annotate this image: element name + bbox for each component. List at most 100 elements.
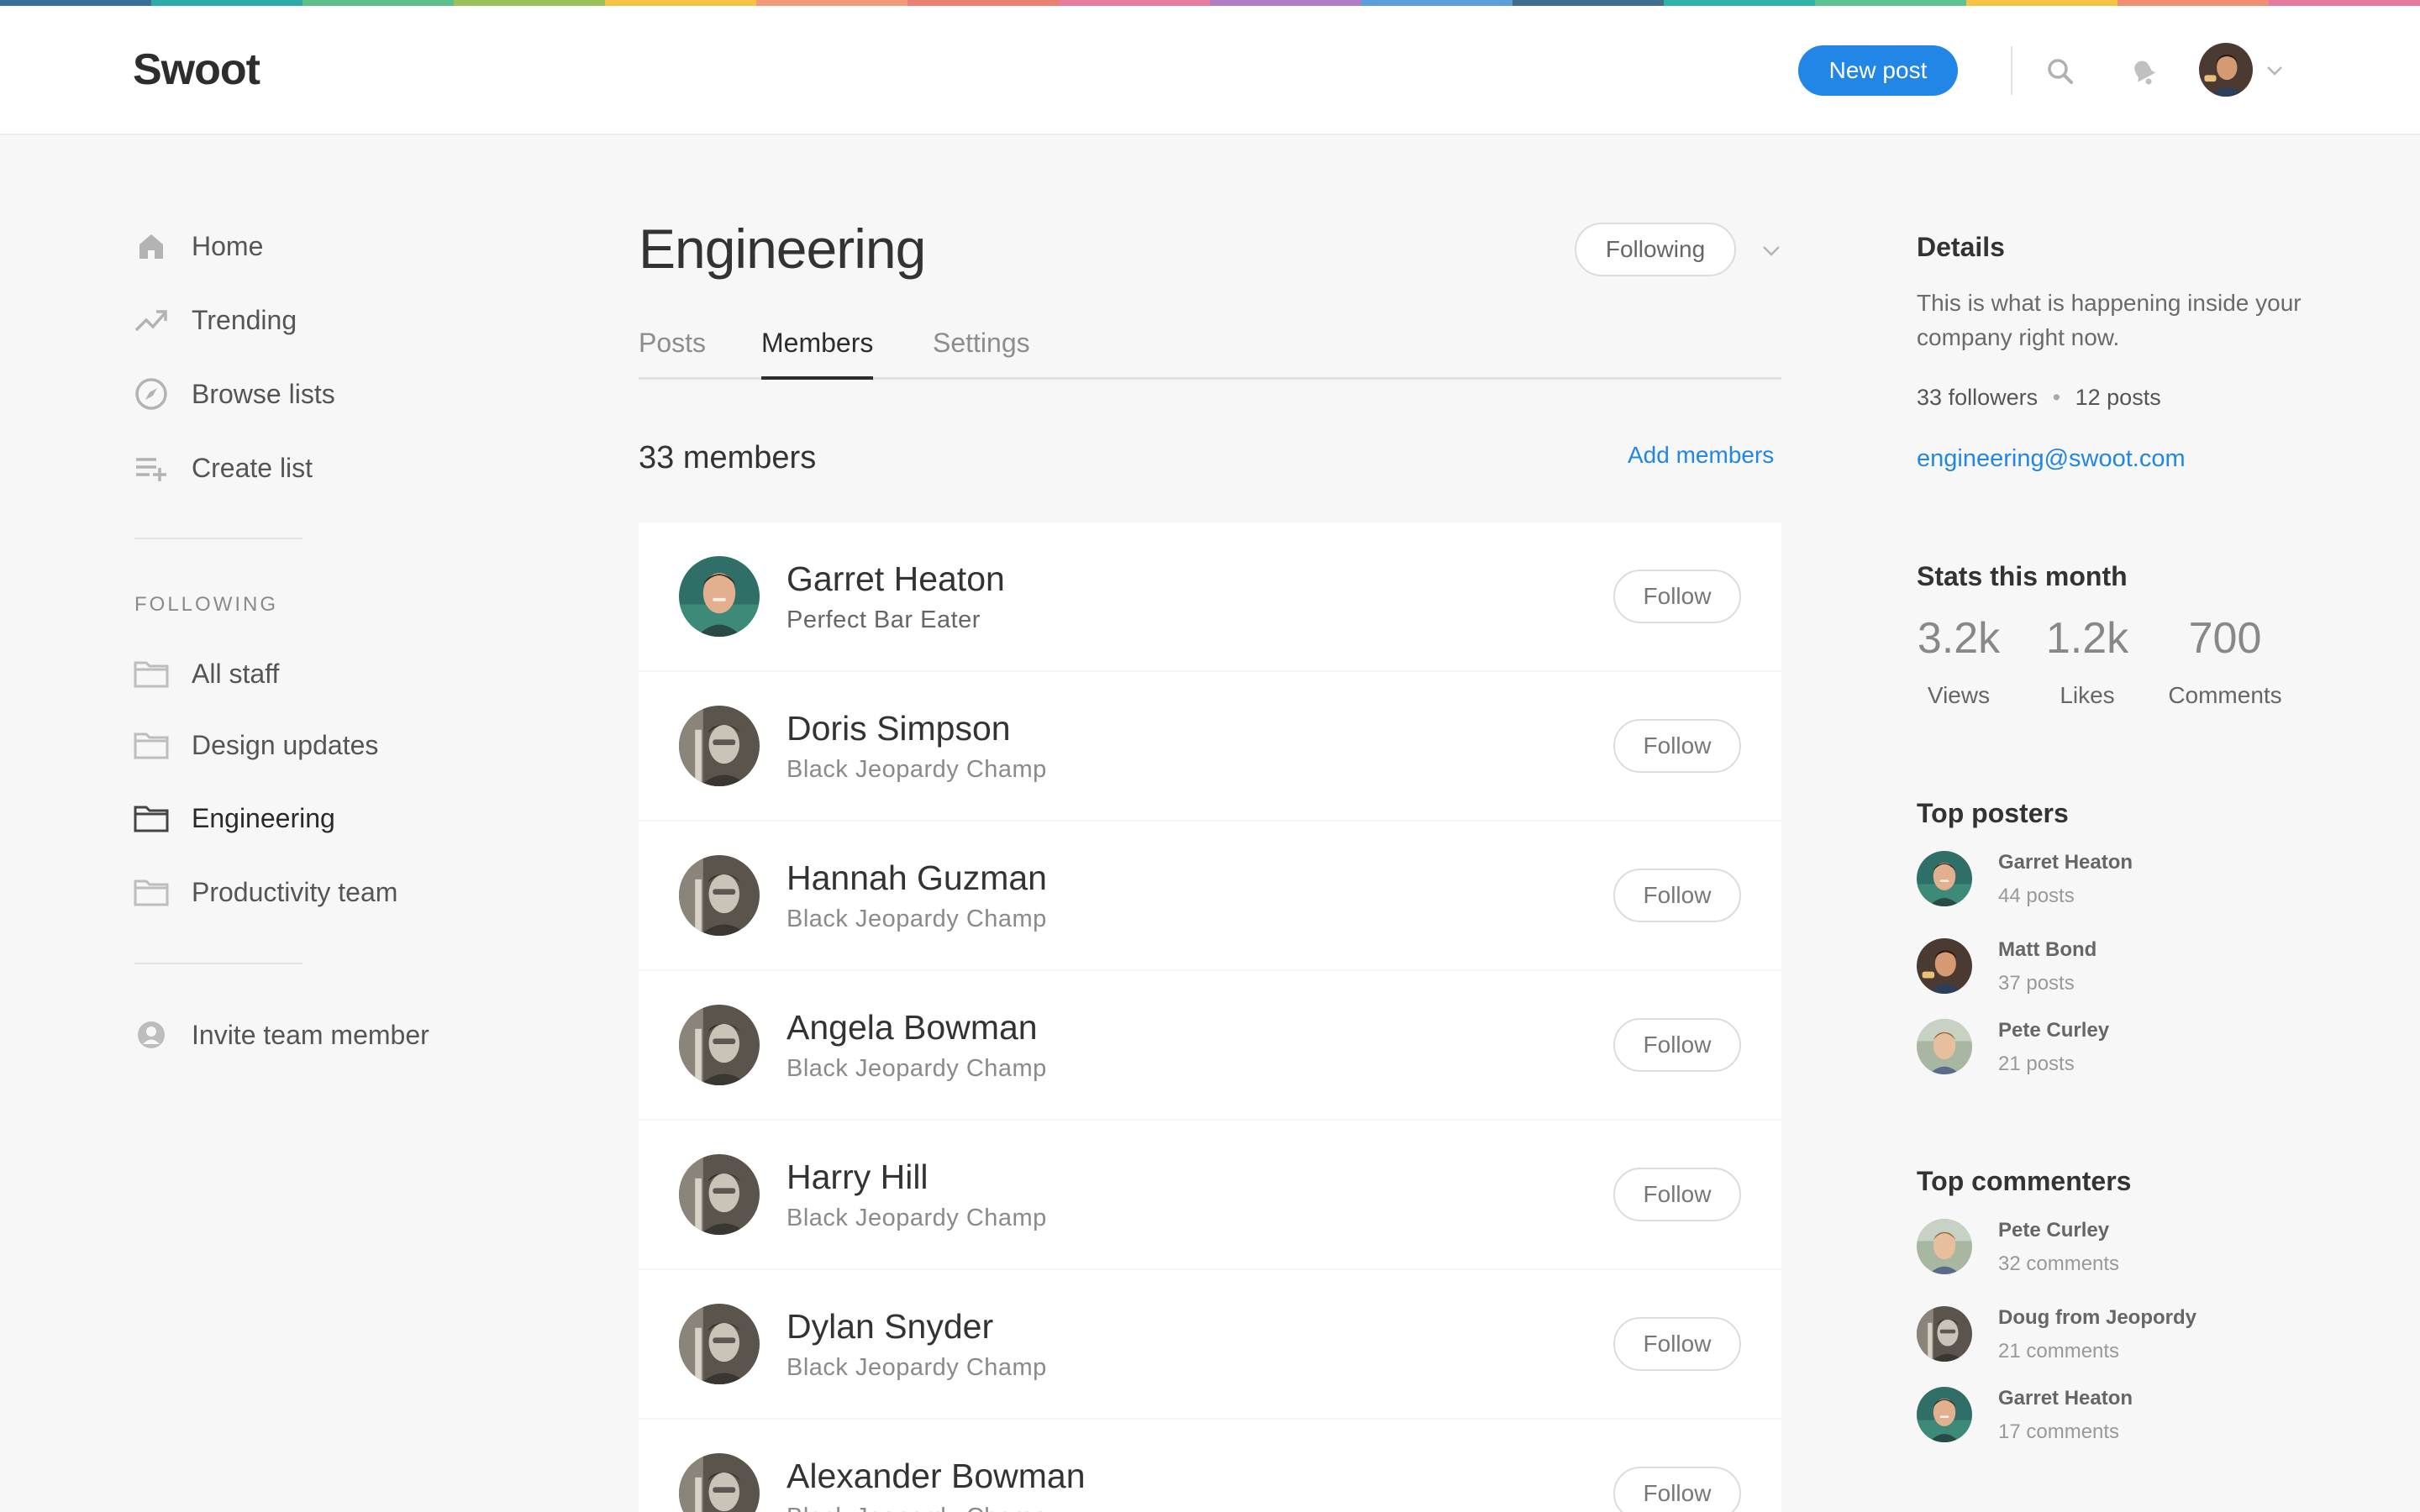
follow-button[interactable]: Follow <box>1613 1018 1741 1072</box>
folder-icon <box>133 655 170 692</box>
stripe-segment <box>1512 0 1664 6</box>
posts-count: 12 <box>2075 385 2101 410</box>
avatar[interactable] <box>1917 1219 1972 1274</box>
nav-home[interactable]: Home <box>133 225 263 267</box>
list-item[interactable]: Doris Simpson Black Jeopardy Champ Follo… <box>639 672 1781 820</box>
folder-icon <box>133 727 170 764</box>
folder-icon <box>133 800 170 837</box>
commenter-name[interactable]: Doug from Jeopordy <box>1998 1306 2196 1330</box>
details-counts: 33 followers • 12 posts <box>1917 385 2161 411</box>
following-button[interactable]: Following <box>1575 223 1736 276</box>
list-item[interactable]: Angela Bowman Black Jeopardy Champ Follo… <box>639 971 1781 1119</box>
add-list-icon <box>133 449 170 486</box>
bell-icon[interactable] <box>2125 53 2162 90</box>
sidebar-item-design-updates[interactable]: Design updates <box>133 724 378 766</box>
follow-button[interactable]: Follow <box>1613 869 1741 922</box>
stat-value: 1.2k <box>2045 614 2129 663</box>
commenter-name[interactable]: Garret Heaton <box>1998 1387 2133 1410</box>
stripe-segment <box>302 0 454 6</box>
follow-button[interactable]: Follow <box>1613 1168 1741 1221</box>
list-item[interactable]: Garret Heaton Perfect Bar Eater Follow <box>639 522 1781 670</box>
sidebar-item-label: Productivity team <box>192 876 398 907</box>
nav-label: Home <box>192 230 264 261</box>
member-name[interactable]: Dylan Snyder <box>786 1307 993 1347</box>
list-item[interactable]: Hannah Guzman Black Jeopardy Champ Follo… <box>639 822 1781 969</box>
details-heading: Details <box>1917 232 2005 262</box>
follow-button[interactable]: Follow <box>1613 719 1741 773</box>
stripe-segment <box>2118 0 2269 6</box>
member-name[interactable]: Hannah Guzman <box>786 858 1047 898</box>
following-section-label: FOLLOWING <box>134 593 279 616</box>
add-members-link[interactable]: Add members <box>1628 442 1774 469</box>
avatar[interactable] <box>1917 1019 1972 1074</box>
avatar[interactable] <box>679 556 760 637</box>
avatar[interactable] <box>679 1304 760 1384</box>
avatar[interactable] <box>1917 851 1972 906</box>
avatar[interactable] <box>1917 938 1972 994</box>
new-post-button[interactable]: New post <box>1798 45 1958 96</box>
avatar[interactable] <box>1917 1306 1972 1362</box>
sidebar-item-productivity-team[interactable]: Productivity team <box>133 871 397 913</box>
follow-button[interactable]: Follow <box>1613 1467 1741 1512</box>
details-email-link[interactable]: engineering@swoot.com <box>1917 445 2186 473</box>
commenter-count: 32 comments <box>1998 1252 2120 1275</box>
nav-browse-lists[interactable]: Browse lists <box>133 373 335 415</box>
poster-name[interactable]: Garret Heaton <box>1998 851 2133 874</box>
sidebar-item-all-staff[interactable]: All staff <box>133 653 279 695</box>
sidebar-item-engineering[interactable]: Engineering <box>133 797 335 839</box>
tab-members[interactable]: Members <box>761 328 874 380</box>
rainbow-stripe <box>0 0 2420 6</box>
member-role: Black Jeopardy Champ <box>786 906 1047 932</box>
commenter-name[interactable]: Pete Curley <box>1998 1219 2109 1242</box>
member-role: Black Jeopardy Champ <box>786 1205 1047 1231</box>
member-name[interactable]: Harry Hill <box>786 1158 929 1197</box>
member-name[interactable]: Angela Bowman <box>786 1008 1038 1047</box>
compass-icon <box>133 375 170 412</box>
user-icon <box>133 1016 170 1053</box>
avatar[interactable] <box>679 1005 760 1085</box>
follow-button[interactable]: Follow <box>1613 1317 1741 1371</box>
account-avatar[interactable] <box>2199 43 2253 97</box>
list-item[interactable]: Dylan Snyder Black Jeopardy Champ Follow <box>639 1270 1781 1418</box>
avatar[interactable] <box>679 855 760 936</box>
poster-name[interactable]: Matt Bond <box>1998 938 2096 962</box>
list-item[interactable]: Harry Hill Black Jeopardy Champ Follow <box>639 1121 1781 1268</box>
avatar[interactable] <box>679 1154 760 1235</box>
nav-trending[interactable]: Trending <box>133 299 297 341</box>
stripe-segment <box>2269 0 2420 6</box>
stripe-segment <box>605 0 756 6</box>
chevron-down-icon[interactable] <box>2264 60 2286 81</box>
avatar[interactable] <box>1917 1387 1972 1442</box>
follow-button[interactable]: Follow <box>1613 570 1741 623</box>
stripe-segment <box>1361 0 1512 6</box>
tab-bar: Posts Members Settings <box>639 328 1781 380</box>
member-role: Black Jeopardy Champ <box>786 1055 1047 1082</box>
stat-value: 700 <box>2188 614 2262 663</box>
poster-count: 37 posts <box>1998 972 2075 995</box>
tab-posts[interactable]: Posts <box>639 328 706 380</box>
followers-label: followers <box>1948 385 2039 410</box>
search-icon[interactable] <box>2042 53 2079 90</box>
nav-label: Trending <box>192 304 297 335</box>
nav-create-list[interactable]: Create list <box>133 447 313 489</box>
chevron-down-icon[interactable] <box>1760 239 1783 262</box>
tab-settings[interactable]: Settings <box>933 328 1030 380</box>
app-header: Swoot New post <box>0 6 2420 135</box>
app-logo[interactable]: Swoot <box>133 45 260 95</box>
separator-dot: • <box>2052 385 2061 410</box>
list-item[interactable]: Alexander Bowman Black Jeopardy Champ Fo… <box>639 1420 1781 1512</box>
sidebar-item-label: Design updates <box>192 729 379 760</box>
avatar[interactable] <box>679 1453 760 1512</box>
member-name[interactable]: Alexander Bowman <box>786 1457 1086 1496</box>
top-commenters-heading: Top commenters <box>1917 1166 2132 1196</box>
avatar[interactable] <box>679 706 760 786</box>
invite-team-member-link[interactable]: Invite team member <box>133 1014 429 1056</box>
posts-label: posts <box>2107 385 2161 410</box>
poster-name[interactable]: Pete Curley <box>1998 1019 2109 1042</box>
stripe-segment <box>151 0 302 6</box>
member-role: Black Jeopardy Champ <box>786 1354 1047 1381</box>
member-name[interactable]: Garret Heaton <box>786 559 1005 599</box>
member-name[interactable]: Doris Simpson <box>786 709 1011 748</box>
poster-count: 21 posts <box>1998 1053 2075 1075</box>
trending-icon <box>133 302 170 339</box>
